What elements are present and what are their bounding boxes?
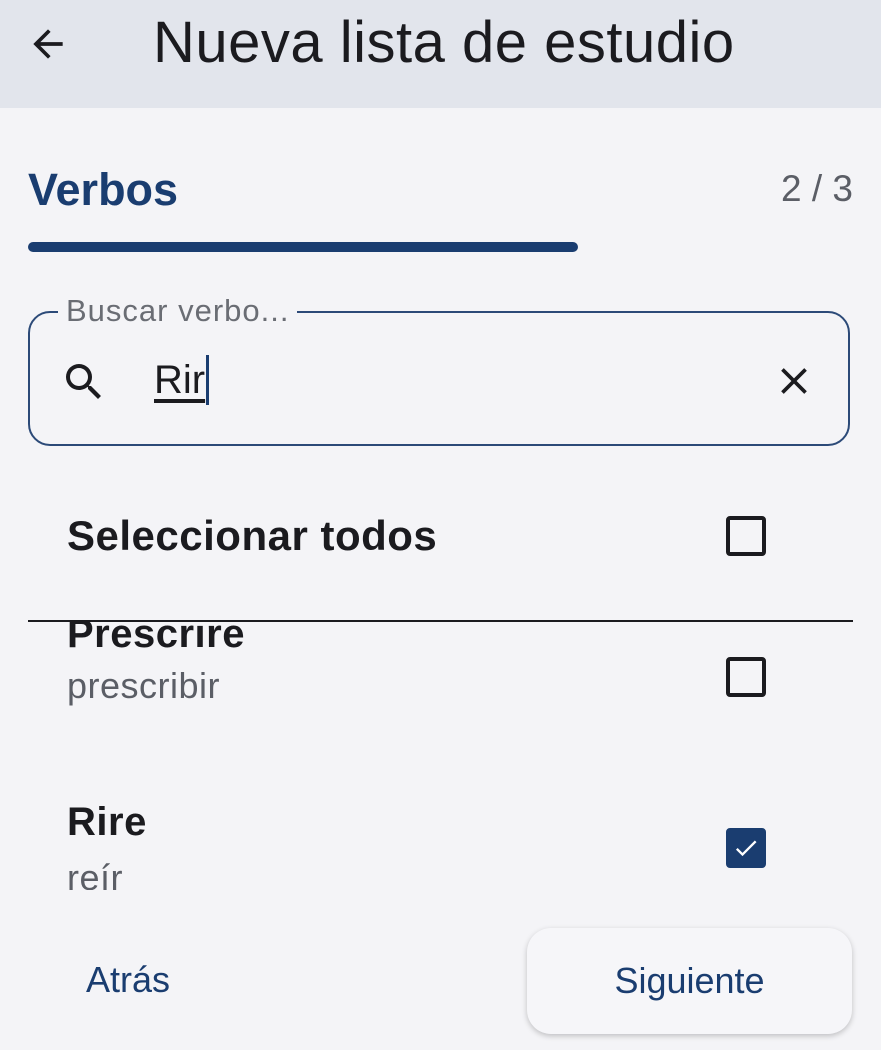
- verb-translation: prescribir: [67, 665, 221, 706]
- verb-item-rire[interactable]: Rire reír: [0, 794, 881, 890]
- step-title: Verbos: [28, 164, 179, 215]
- verb-item-prescrire[interactable]: Prescrire prescribir: [0, 622, 881, 742]
- back-button[interactable]: Atrás: [86, 956, 170, 1004]
- search-icon: [66, 364, 101, 399]
- verb-checkbox-prescrire[interactable]: [726, 657, 766, 697]
- app-bar: Nueva lista de estudio: [0, 0, 881, 108]
- verb-title: Prescrire: [67, 622, 245, 656]
- search-label: Buscar verbo...: [58, 291, 298, 331]
- verb-translation: reír: [67, 857, 123, 890]
- select-all-checkbox[interactable]: [726, 516, 766, 556]
- step-counter: 2 / 3: [781, 168, 853, 209]
- check-icon: [735, 840, 757, 857]
- verb-checkbox-rire[interactable]: [726, 828, 766, 868]
- next-button[interactable]: Siguiente: [527, 928, 852, 1034]
- step-progress-fill: [28, 242, 579, 252]
- select-all-label: Seleccionar todos: [67, 512, 438, 559]
- step-progress-bar: [28, 242, 853, 252]
- page-title: Nueva lista de estudio: [153, 10, 735, 75]
- search-field[interactable]: Buscar verbo... Rir: [28, 291, 850, 446]
- clear-search-button[interactable]: [770, 357, 818, 405]
- back-arrow-button[interactable]: [22, 18, 74, 70]
- search-input[interactable]: Rir: [154, 355, 210, 405]
- close-icon: [781, 368, 807, 394]
- arrow-left-icon: [33, 29, 63, 59]
- verb-list: Prescrire prescribir Rire reír: [0, 622, 881, 890]
- verb-title: Rire: [67, 800, 147, 844]
